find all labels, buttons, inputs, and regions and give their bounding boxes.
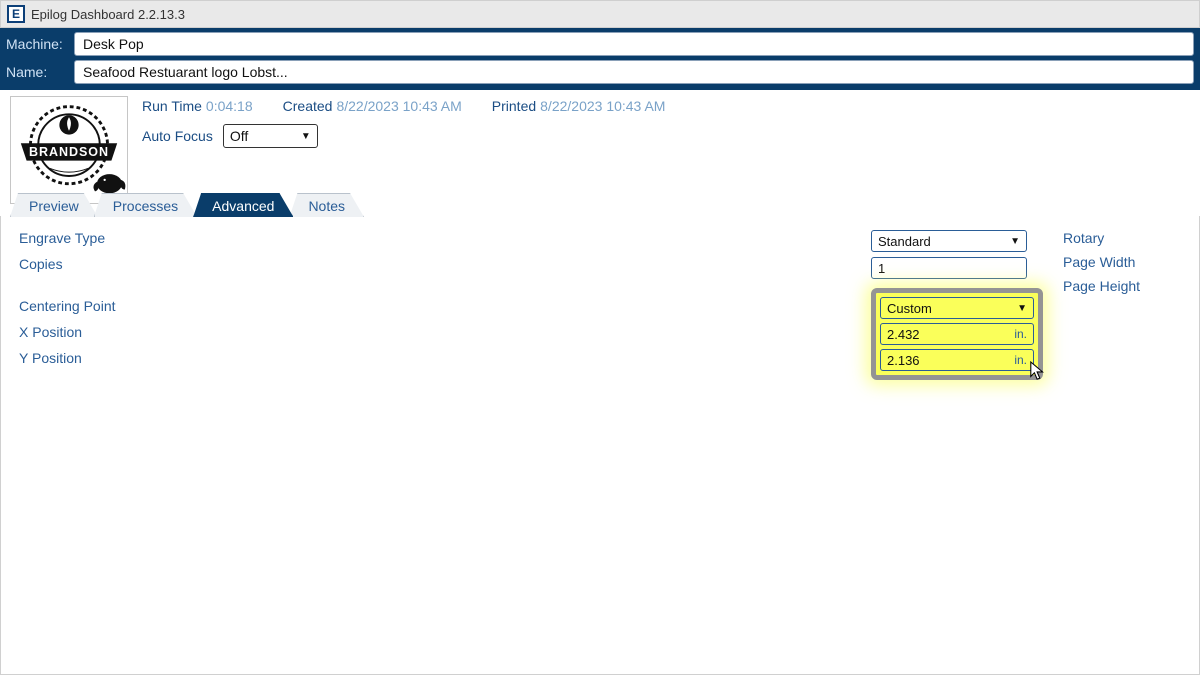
y-position-label: Y Position [19,350,851,366]
info-right: Run Time0:04:18 Created8/22/2023 10:43 A… [142,96,1190,148]
machine-field[interactable]: Desk Pop [74,32,1194,56]
tab-preview[interactable]: Preview [10,193,98,217]
created-label: Created [283,98,333,114]
printed-value: 8/22/2023 10:43 AM [540,98,665,114]
centering-point-select[interactable]: Custom ▼ [880,297,1034,319]
fields-column: Standard ▼ 1 Custom ▼ 2.432 in. 2.136 in… [871,230,1041,660]
copies-input[interactable]: 1 [871,257,1027,279]
name-value: Seafood Restuarant logo Lobst... [83,64,288,80]
tab-advanced[interactable]: Advanced [193,193,293,217]
autofocus-row: Auto Focus Off ▼ [142,124,1190,148]
autofocus-value: Off [230,128,248,144]
name-label: Name: [6,64,66,80]
engrave-type-select[interactable]: Standard ▼ [871,230,1027,252]
x-unit: in. [1014,327,1027,341]
right-column: Rotary Page Width Page Height [1061,230,1181,660]
engrave-type-label: Engrave Type [19,230,851,246]
logo-icon: BRANDSON [11,97,127,203]
tabs: Preview Processes Advanced Notes [10,193,360,217]
highlighted-position-group: Custom ▼ 2.432 in. 2.136 in. [871,288,1043,380]
autofocus-select[interactable]: Off ▼ [223,124,318,148]
y-position-input[interactable]: 2.136 in. [880,349,1034,371]
x-position-label: X Position [19,324,851,340]
runtime-value: 0:04:18 [206,98,253,114]
advanced-panel: Engrave Type Copies Centering Point X Po… [0,216,1200,675]
tab-processes[interactable]: Processes [94,193,197,217]
window-title: Epilog Dashboard 2.2.13.3 [31,7,185,22]
printed-label: Printed [492,98,536,114]
job-thumbnail: BRANDSON [10,96,128,204]
machine-value: Desk Pop [83,36,144,52]
copies-label: Copies [19,256,851,272]
page-width-label: Page Width [1063,254,1181,270]
tab-notes[interactable]: Notes [289,193,364,217]
app-icon: E [7,5,25,23]
page-height-label: Page Height [1063,278,1181,294]
x-position-value: 2.432 [887,327,920,342]
machine-row: Machine: Desk Pop [6,32,1194,56]
header-panel: Machine: Desk Pop Name: Seafood Restuara… [0,28,1200,90]
chevron-down-icon: ▼ [301,131,311,142]
window-titlebar: E Epilog Dashboard 2.2.13.3 [0,0,1200,28]
rotary-label: Rotary [1063,230,1181,246]
centering-point-label: Centering Point [19,298,851,314]
chevron-down-icon: ▼ [1010,236,1020,247]
svg-text:BRANDSON: BRANDSON [29,145,109,159]
chevron-down-icon: ▼ [1017,303,1027,314]
created-value: 8/22/2023 10:43 AM [336,98,461,114]
copies-value: 1 [878,261,885,276]
name-field[interactable]: Seafood Restuarant logo Lobst... [74,60,1194,84]
centering-point-value: Custom [887,301,932,316]
x-position-input[interactable]: 2.432 in. [880,323,1034,345]
autofocus-label: Auto Focus [142,128,213,144]
info-line-1: Run Time0:04:18 Created8/22/2023 10:43 A… [142,98,1190,114]
name-row: Name: Seafood Restuarant logo Lobst... [6,60,1194,84]
info-strip: BRANDSON Run Time0:04:18 Created8/22/202… [0,90,1200,216]
y-unit: in. [1014,353,1027,367]
labels-column: Engrave Type Copies Centering Point X Po… [19,230,851,660]
runtime-label: Run Time [142,98,202,114]
engrave-type-value: Standard [878,234,931,249]
y-position-value: 2.136 [887,353,920,368]
machine-label: Machine: [6,36,66,52]
